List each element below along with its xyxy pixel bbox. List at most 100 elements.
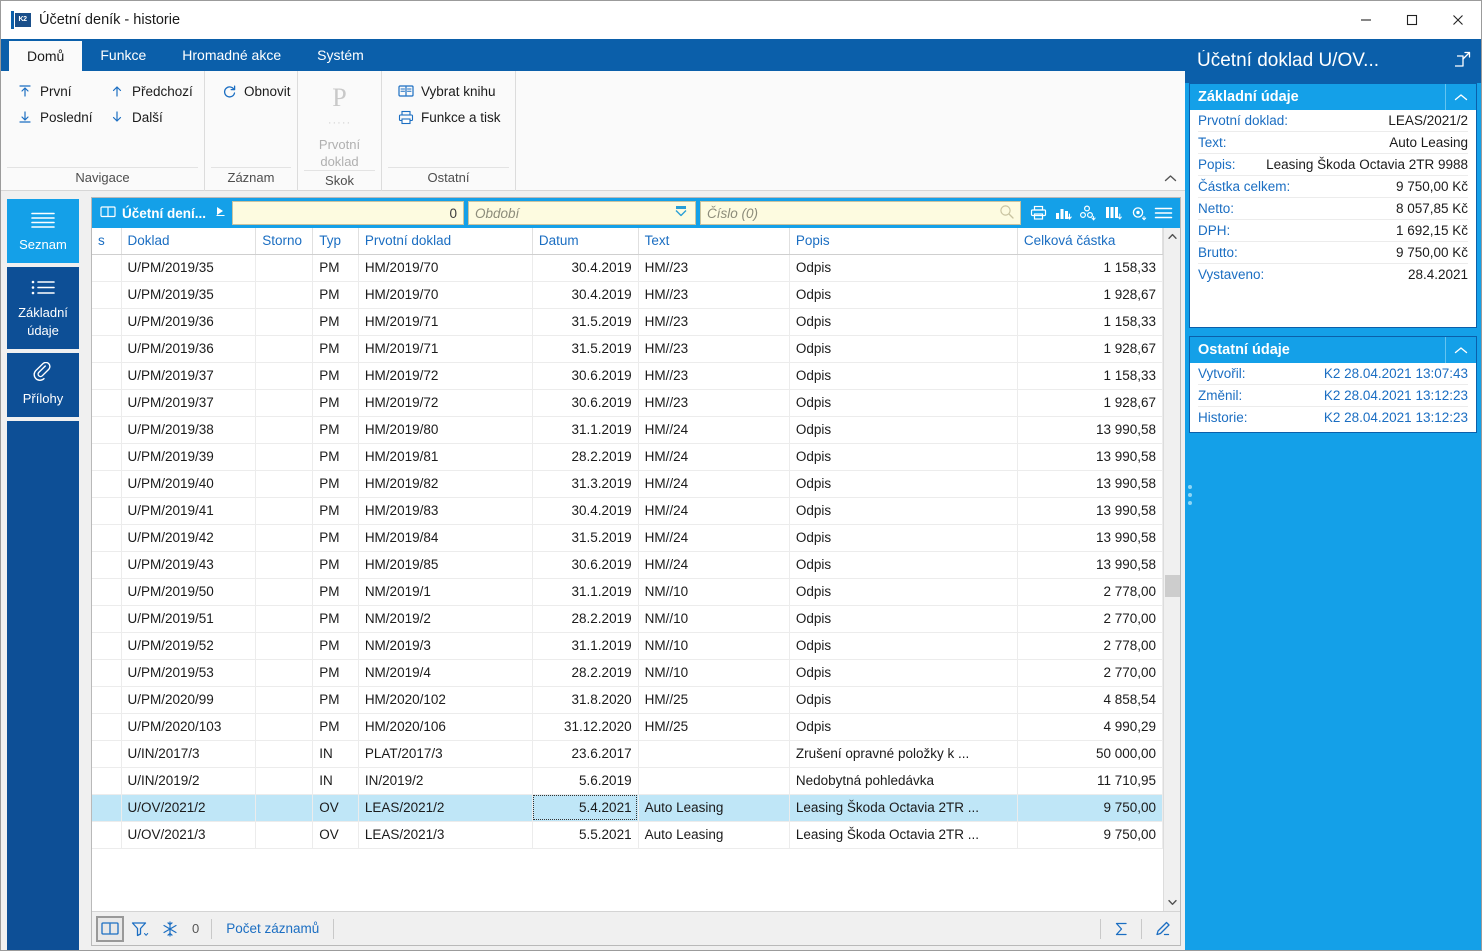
magnifier-icon[interactable]	[999, 204, 1014, 222]
table-cell-s[interactable]	[92, 470, 121, 497]
table-cell-text[interactable]: NM//10	[638, 605, 789, 632]
table-cell-doklad[interactable]: U/PM/2019/36	[121, 335, 256, 362]
table-cell-castka[interactable]: 4 990,29	[1017, 713, 1162, 740]
table-cell-s[interactable]	[92, 821, 121, 848]
caret-right-icon[interactable]	[212, 206, 226, 220]
table-cell-castka[interactable]: 2 770,00	[1017, 605, 1162, 632]
search-input[interactable]: Číslo (0)	[700, 201, 1021, 225]
table-row[interactable]: U/PM/2020/103PMHM/2020/10631.12.2020HM//…	[92, 713, 1163, 740]
table-cell-prvotni[interactable]: NM/2019/3	[358, 632, 532, 659]
table-cell-text[interactable]: HM//24	[638, 497, 789, 524]
table-cell-prvotni[interactable]: HM/2019/70	[358, 254, 532, 281]
table-cell-doklad[interactable]: U/PM/2019/35	[121, 281, 256, 308]
table-cell-typ[interactable]: PM	[313, 254, 359, 281]
table-cell-doklad[interactable]: U/PM/2019/52	[121, 632, 256, 659]
table-cell-popis[interactable]: Odpis	[789, 713, 1017, 740]
table-cell-castka[interactable]: 9 750,00	[1017, 821, 1162, 848]
table-cell-doklad[interactable]: U/IN/2017/3	[121, 740, 256, 767]
table-cell-castka[interactable]: 2 778,00	[1017, 578, 1162, 605]
detail-card-header-ostatni[interactable]: Ostatní údaje	[1190, 337, 1476, 363]
scroll-down-icon[interactable]	[1164, 894, 1181, 911]
table-cell-castka[interactable]: 13 990,58	[1017, 524, 1162, 551]
calendar-dropdown-icon[interactable]	[673, 205, 689, 222]
table-cell-text[interactable]: HM//23	[638, 308, 789, 335]
table-cell-typ[interactable]: PM	[313, 578, 359, 605]
table-cell-popis[interactable]: Odpis	[789, 659, 1017, 686]
table-row[interactable]: U/PM/2019/37PMHM/2019/7230.6.2019HM//23O…	[92, 389, 1163, 416]
table-cell-prvotni[interactable]: NM/2019/4	[358, 659, 532, 686]
table-cell-doklad[interactable]: U/PM/2019/38	[121, 416, 256, 443]
table-cell-doklad[interactable]: U/PM/2019/42	[121, 524, 256, 551]
table-cell-datum[interactable]: 23.6.2017	[532, 740, 638, 767]
chevron-up-icon[interactable]	[1164, 172, 1177, 186]
table-cell-storno[interactable]	[256, 632, 313, 659]
settings-gear-icon[interactable]	[1127, 201, 1149, 225]
table-cell-datum[interactable]: 31.1.2019	[532, 578, 638, 605]
table-cell-text[interactable]: HM//23	[638, 281, 789, 308]
table-cell-prvotni[interactable]: HM/2020/102	[358, 686, 532, 713]
table-cell-doklad[interactable]: U/PM/2019/39	[121, 443, 256, 470]
table-cell-text[interactable]: NM//10	[638, 632, 789, 659]
table-cell-popis[interactable]: Odpis	[789, 335, 1017, 362]
maximize-icon[interactable]	[1389, 1, 1435, 39]
table-cell-s[interactable]	[92, 578, 121, 605]
table-cell-castka[interactable]: 1 928,67	[1017, 335, 1162, 362]
table-cell-s[interactable]	[92, 551, 121, 578]
table-cell-datum[interactable]: 31.12.2020	[532, 713, 638, 740]
table-cell-datum[interactable]: 31.8.2020	[532, 686, 638, 713]
table-cell-popis[interactable]: Odpis	[789, 416, 1017, 443]
table-cell-storno[interactable]	[256, 281, 313, 308]
table-cell-popis[interactable]: Zrušení opravné položky k ...	[789, 740, 1017, 767]
table-row[interactable]: U/PM/2019/50PMNM/2019/131.1.2019NM//10Od…	[92, 578, 1163, 605]
table-cell-prvotni[interactable]: HM/2019/81	[358, 443, 532, 470]
sidebar-item-seznam[interactable]: Seznam	[7, 199, 79, 263]
scrollbar-thumb[interactable]	[1165, 575, 1180, 597]
ribbon-button-prvni[interactable]: První	[11, 79, 103, 103]
table-cell-datum[interactable]: 28.2.2019	[532, 605, 638, 632]
table-row[interactable]: U/PM/2019/41PMHM/2019/8330.4.2019HM//24O…	[92, 497, 1163, 524]
table-cell-typ[interactable]: PM	[313, 659, 359, 686]
bar-chart-icon[interactable]	[1052, 201, 1074, 225]
table-cell-prvotni[interactable]: LEAS/2021/3	[358, 821, 532, 848]
table-header-popis[interactable]: Popis	[789, 228, 1017, 254]
book-selector[interactable]: Účetní dení...	[94, 205, 230, 222]
table-row[interactable]: U/IN/2019/2ININ/2019/25.6.2019Nedobytná …	[92, 767, 1163, 794]
table-cell-popis[interactable]: Odpis	[789, 578, 1017, 605]
table-cell-popis[interactable]: Odpis	[789, 632, 1017, 659]
table-cell-castka[interactable]: 13 990,58	[1017, 416, 1162, 443]
table-header-text[interactable]: Text	[638, 228, 789, 254]
table-cell-prvotni[interactable]: PLAT/2017/3	[358, 740, 532, 767]
table-row[interactable]: U/PM/2019/43PMHM/2019/8530.6.2019HM//24O…	[92, 551, 1163, 578]
ribbon-button-obnovit[interactable]: Obnovit	[215, 79, 295, 103]
table-cell-typ[interactable]: PM	[313, 416, 359, 443]
table-cell-castka[interactable]: 1 158,33	[1017, 362, 1162, 389]
table-cell-datum[interactable]: 30.4.2019	[532, 497, 638, 524]
table-cell-text[interactable]: HM//24	[638, 416, 789, 443]
sidebar-item-prilohy[interactable]: Přílohy	[7, 353, 79, 417]
table-cell-text[interactable]: HM//24	[638, 470, 789, 497]
filter-icon[interactable]	[126, 916, 154, 942]
table-cell-prvotni[interactable]: HM/2019/82	[358, 470, 532, 497]
table-cell-datum[interactable]: 5.6.2019	[532, 767, 638, 794]
table-cell-datum[interactable]: 30.6.2019	[532, 362, 638, 389]
table-cell-datum[interactable]: 28.2.2019	[532, 443, 638, 470]
table-cell-prvotni[interactable]: HM/2019/72	[358, 362, 532, 389]
panel-resize-handle[interactable]	[1187, 475, 1193, 515]
table-cell-s[interactable]	[92, 740, 121, 767]
ribbon-button-posledni[interactable]: Poslední	[11, 105, 103, 129]
table-cell-typ[interactable]: IN	[313, 740, 359, 767]
table-cell-prvotni[interactable]: HM/2019/70	[358, 281, 532, 308]
table-cell-storno[interactable]	[256, 335, 313, 362]
ribbon-tab-system[interactable]: Systém	[299, 39, 382, 71]
table-cell-doklad[interactable]: U/PM/2019/37	[121, 389, 256, 416]
table-cell-castka[interactable]: 2 770,00	[1017, 659, 1162, 686]
table-cell-castka[interactable]: 13 990,58	[1017, 551, 1162, 578]
table-row[interactable]: U/PM/2019/51PMNM/2019/228.2.2019NM//10Od…	[92, 605, 1163, 632]
table-cell-typ[interactable]: PM	[313, 551, 359, 578]
table-cell-storno[interactable]	[256, 794, 313, 821]
table-cell-storno[interactable]	[256, 605, 313, 632]
table-cell-s[interactable]	[92, 497, 121, 524]
table-cell-text[interactable]	[638, 740, 789, 767]
table-cell-text[interactable]: HM//24	[638, 551, 789, 578]
table-cell-storno[interactable]	[256, 821, 313, 848]
